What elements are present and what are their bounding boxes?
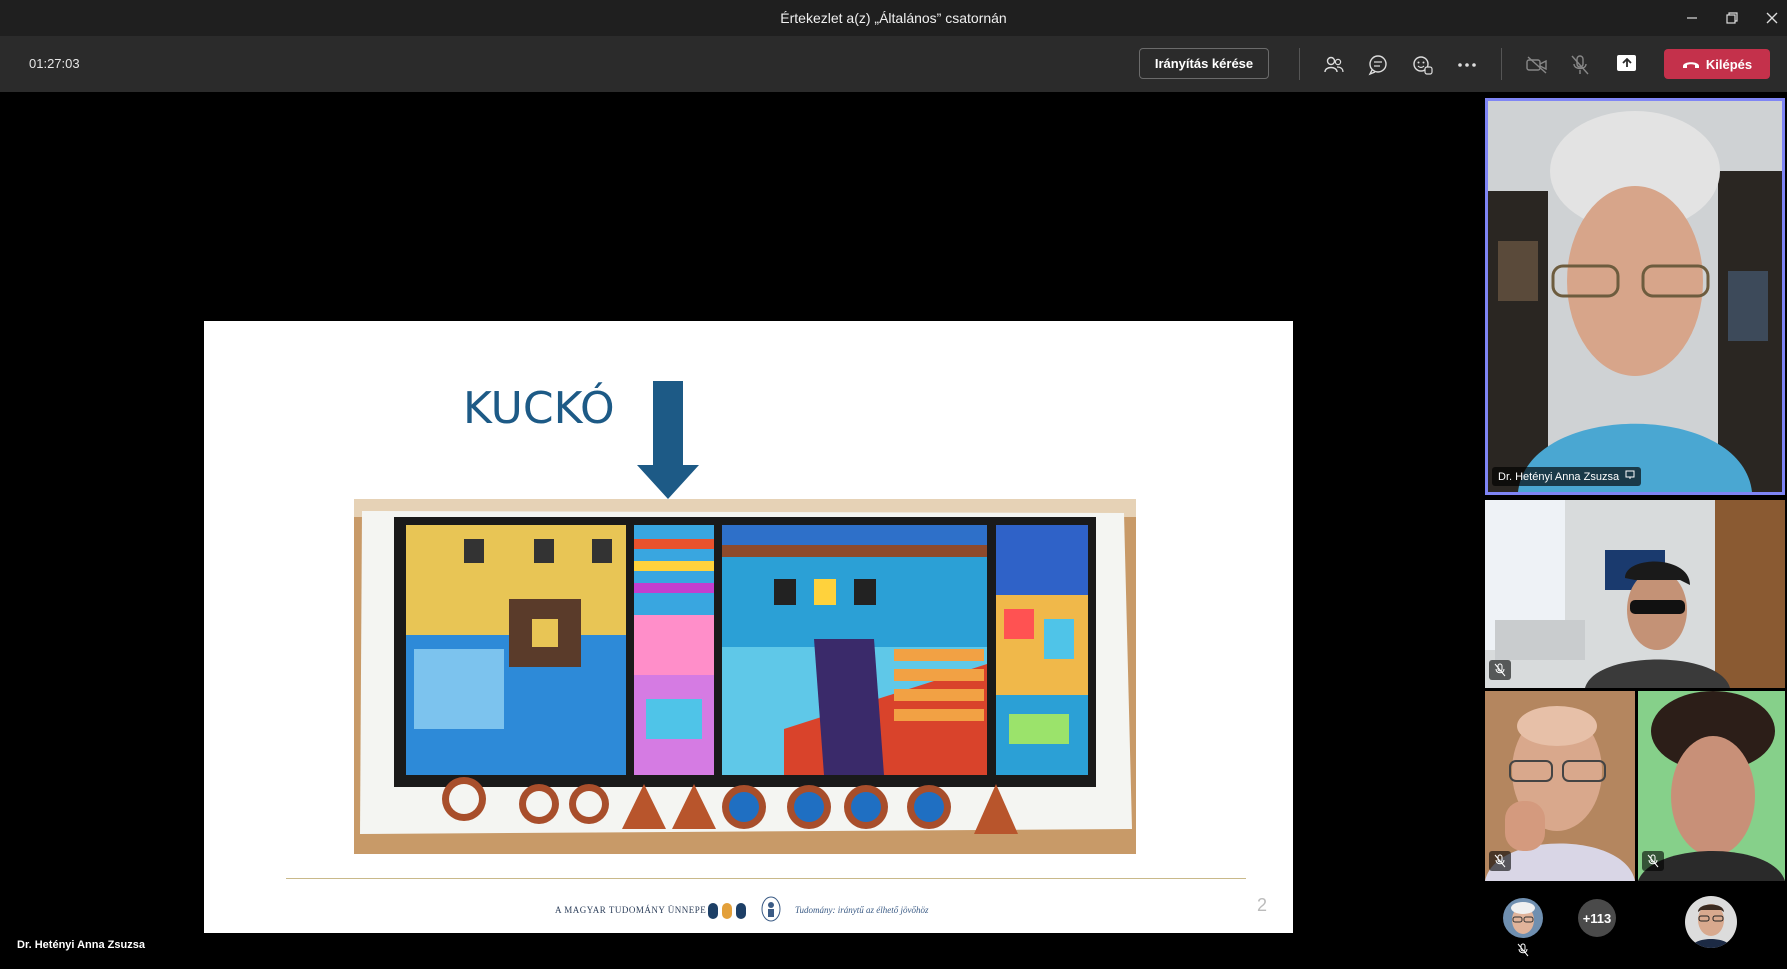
participant-video-frame [1485, 500, 1785, 688]
toolbar-divider [1299, 48, 1300, 80]
participant-video-frame [1488, 101, 1782, 492]
participants-icon[interactable] [1322, 53, 1346, 77]
childrens-drawing-image [354, 499, 1136, 854]
restore-icon[interactable] [1725, 11, 1739, 25]
request-control-button[interactable]: Irányítás kérése [1139, 48, 1269, 79]
close-icon[interactable] [1765, 11, 1779, 25]
window-title: Értekezlet a(z) „Általános” csatornán [780, 10, 1007, 26]
arrow-down-icon [637, 381, 699, 499]
slide-footer-line [286, 878, 1246, 879]
participant-video-tile[interactable] [1485, 691, 1635, 881]
slide-page-number: 2 [1257, 895, 1268, 915]
screen-share-indicator-icon [1625, 470, 1635, 483]
camera-off-icon[interactable] [1525, 53, 1549, 77]
slide-heading: KUCKÓ [463, 383, 615, 434]
presenter-name-label: Dr. Hetényi Anna Zsuzsa [17, 939, 145, 951]
slide-footer-org: A MAGYAR TUDOMÁNY ÜNNEPE [555, 905, 707, 915]
participant-video-tile[interactable] [1485, 500, 1785, 688]
mic-off-icon[interactable] [1568, 53, 1592, 77]
participant-video-featured[interactable]: Dr. Hetényi Anna Zsuzsa [1485, 98, 1785, 495]
more-participants-badge[interactable]: +113 [1578, 899, 1616, 937]
participant-avatar[interactable] [1685, 896, 1737, 948]
minimize-icon[interactable] [1685, 11, 1699, 25]
shared-content-stage: KUCKÓ A MAGYAR TUDOMÁNY ÜNNEPE Tudomány:… [5, 97, 1482, 965]
participant-video-tile[interactable] [1638, 691, 1785, 881]
academy-crest-icon [761, 896, 781, 922]
presentation-slide: KUCKÓ A MAGYAR TUDOMÁNY ÜNNEPE Tudomány:… [204, 321, 1293, 933]
mic-muted-icon [1642, 851, 1664, 871]
share-screen-icon[interactable] [1617, 55, 1636, 71]
reactions-icon[interactable] [1411, 53, 1435, 77]
participant-name-chip: Dr. Hetényi Anna Zsuzsa [1492, 467, 1642, 486]
meeting-timer: 01:27:03 [29, 56, 80, 71]
chat-icon[interactable] [1366, 53, 1390, 77]
more-options-icon[interactable] [1455, 53, 1479, 77]
participant-avatar[interactable] [1503, 898, 1543, 938]
leave-label: Kilépés [1705, 56, 1753, 72]
toolbar-divider [1501, 48, 1502, 80]
meeting-toolbar: 01:27:03 Irányítás kérése Kilépés [0, 36, 1787, 92]
window-controls [1685, 0, 1779, 36]
slide-footer-slogan: Tudomány: iránytű az élhető jövőhöz [795, 905, 929, 915]
event-logo-icon [708, 903, 746, 919]
mic-muted-icon [1517, 943, 1529, 962]
mic-muted-icon [1489, 851, 1511, 871]
participant-name: Dr. Hetényi Anna Zsuzsa [1498, 470, 1620, 483]
window-titlebar: Értekezlet a(z) „Általános” csatornán [0, 0, 1787, 36]
mic-muted-icon [1489, 660, 1511, 680]
phone-hangup-icon [1682, 57, 1700, 72]
leave-button[interactable]: Kilépés [1664, 49, 1770, 79]
